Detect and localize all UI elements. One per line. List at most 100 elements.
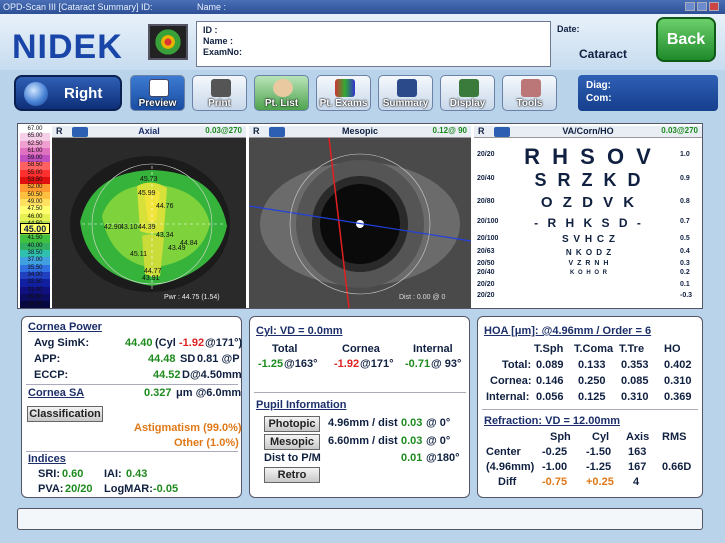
- preview-label: Preview: [138, 98, 177, 109]
- toolbar: Right Preview Print Pt. List Pt. Exams S…: [8, 73, 718, 115]
- diag-label: Diag:: [586, 80, 611, 91]
- display-label: Display: [449, 98, 486, 109]
- color-scale-step: 35.50: [20, 264, 50, 272]
- hoa-cell: 0.310: [664, 375, 692, 387]
- cornea-card: Cornea Power Avg SimK: 44.40 (Cyl -1.92 …: [21, 316, 242, 498]
- indices-title: Indices: [28, 453, 66, 465]
- va-chart[interactable]: R VA/Corn/HO 0.03@270 20/20 R H S O V 1.0 2…: [474, 126, 702, 308]
- eccp-suffix: D@4.50mm: [182, 369, 242, 381]
- axial-axis: 0.03@270: [205, 126, 242, 135]
- cornea-sa-suffix: μm @6.0mm: [176, 387, 242, 399]
- va-row-right: 0.2: [680, 269, 690, 276]
- color-scale-step: 37.00: [20, 257, 50, 265]
- cyl-header-total: Total: [272, 343, 298, 355]
- avg-simk-cyl-value: -1.92: [179, 337, 205, 349]
- photopic-dist: 0.03: [401, 417, 423, 429]
- eye-select-button[interactable]: Right: [14, 75, 122, 111]
- color-scale-step: 32.50: [20, 279, 50, 287]
- avg-simk-cyl-axis: @171°): [205, 337, 243, 349]
- summary-button[interactable]: Summary: [378, 75, 433, 111]
- color-scale-step: 38.50: [20, 250, 50, 258]
- mesopic-image[interactable]: R Mesopic 0.12@ 90 Dist : 0.00 @ 0: [249, 126, 471, 308]
- cyl-total-value: -1.25: [258, 358, 284, 370]
- cyl-header-internal: Internal: [413, 343, 453, 355]
- window-title: OPD-Scan III [Cataract Summary] ID:: [3, 2, 153, 12]
- refraction-diff-sph: -0.75: [542, 476, 568, 488]
- color-scale-step: 50.50: [20, 191, 50, 199]
- hoa-cell: 0.133: [578, 359, 606, 371]
- refraction-pupil-label: (4.96mm): [486, 461, 535, 473]
- patient-name-label: Name :: [203, 36, 234, 46]
- axial-map-value: 43.49: [168, 245, 186, 252]
- hoa-header-tsph: T.Sph: [534, 343, 564, 355]
- color-scale-step: 55.00: [20, 169, 50, 178]
- retro-button[interactable]: Retro: [264, 467, 320, 483]
- cyl-internal-axis: @ 93°: [431, 358, 462, 370]
- color-scale-step: 41.50: [20, 235, 50, 243]
- minimize-button[interactable]: [685, 2, 695, 11]
- print-label: Print: [208, 98, 231, 109]
- app-value: 44.48: [148, 353, 176, 365]
- hoa-title: HOA [μm]: @4.96mm / Order = 6: [484, 325, 652, 337]
- avg-simk-label: Avg SimK:: [34, 337, 90, 349]
- display-button[interactable]: Display: [440, 75, 495, 111]
- refraction-header-axis: Axis: [626, 431, 650, 443]
- color-scale-step: 59.00: [20, 155, 50, 163]
- tools-button[interactable]: Tools: [502, 75, 557, 111]
- image-panel: 67.00 65.00 62.50 61.00 59.00 58.50 55.00 53.50…: [17, 123, 703, 309]
- color-scale-step: 62.50: [20, 140, 50, 148]
- va-header: R VA/Corn/HO 0.03@270: [474, 126, 702, 138]
- photopic-button[interactable]: Photopic: [264, 416, 320, 432]
- color-scale-step: 44.50: [20, 220, 50, 229]
- maximize-button[interactable]: [697, 2, 707, 11]
- color-scale-step: 58.50: [20, 162, 50, 170]
- va-row-letters: - R H K S D -: [534, 216, 644, 230]
- iai-value: 0.43: [126, 468, 148, 480]
- refraction-pupil-cyl: -1.25: [586, 461, 612, 473]
- close-button[interactable]: [709, 2, 719, 11]
- hoa-cell: 0.250: [578, 375, 606, 387]
- axial-map-value: 44.39: [138, 224, 156, 231]
- print-icon: [211, 79, 231, 97]
- color-scale: 67.00 65.00 62.50 61.00 59.00 58.50 55.00 53.50…: [20, 126, 50, 309]
- mesopic-axis: @ 0°: [426, 435, 451, 447]
- cornea-power-title: Cornea Power: [28, 321, 102, 333]
- back-button[interactable]: Back: [656, 17, 716, 62]
- va-row-letters: V Z R N H: [568, 260, 610, 267]
- hoa-row-label: Internal:: [486, 391, 530, 403]
- color-scale-step: 65.00: [20, 133, 50, 141]
- preview-button[interactable]: Preview: [130, 75, 185, 111]
- axial-map-value: 45.73: [140, 176, 158, 183]
- patient-exams-button[interactable]: Pt. Exams: [316, 75, 371, 111]
- va-row-left: 20/63: [477, 248, 495, 255]
- sri-value: 0.60: [62, 468, 84, 480]
- axial-map-value: 44.77: [144, 268, 162, 275]
- hoa-refraction-card: HOA [μm]: @4.96mm / Order = 6 T.Sph T.Co…: [477, 316, 703, 498]
- photopic-axis: @ 0°: [426, 417, 451, 429]
- color-scale-step: 49.00: [20, 198, 50, 207]
- hoa-cell: 0.056: [536, 391, 564, 403]
- hoa-cell: 0.125: [578, 391, 606, 403]
- classification-button[interactable]: Classification: [27, 406, 103, 422]
- print-button[interactable]: Print: [192, 75, 247, 111]
- refraction-pupil-sph: -1.00: [542, 461, 568, 473]
- logmar-value: -0.05: [153, 483, 179, 495]
- axial-map-value: 43.10: [120, 224, 138, 231]
- va-row-letters: S V H C Z: [561, 234, 616, 245]
- refraction-pupil-axis: 167: [628, 461, 647, 473]
- refraction-header-cyl: Cyl: [592, 431, 610, 443]
- axial-map[interactable]: R Axial 0.03@270 45.73 45.99 44.76 42.90 43.…: [52, 126, 246, 308]
- va-row-left: 20/20: [477, 151, 495, 158]
- va-row-letters: R H S O V: [524, 144, 654, 169]
- patient-list-button[interactable]: Pt. List: [254, 75, 309, 111]
- dist-pm-label: Dist to P/M: [264, 452, 321, 464]
- sri-label: SRI:: [38, 468, 60, 480]
- va-row-right: 0.7: [680, 218, 690, 225]
- refraction-title: Refraction: VD = 12.00mm: [484, 415, 621, 427]
- photopic-size: 4.96mm / dist: [328, 417, 398, 429]
- eccp-label: ECCP:: [34, 369, 69, 381]
- classification-line2: Other (1.0%): [174, 437, 239, 449]
- classification-line1: Astigmatism (99.0%): [134, 422, 242, 434]
- mesopic-button[interactable]: Mesopic: [264, 434, 320, 450]
- va-row-right: 0.8: [680, 197, 690, 205]
